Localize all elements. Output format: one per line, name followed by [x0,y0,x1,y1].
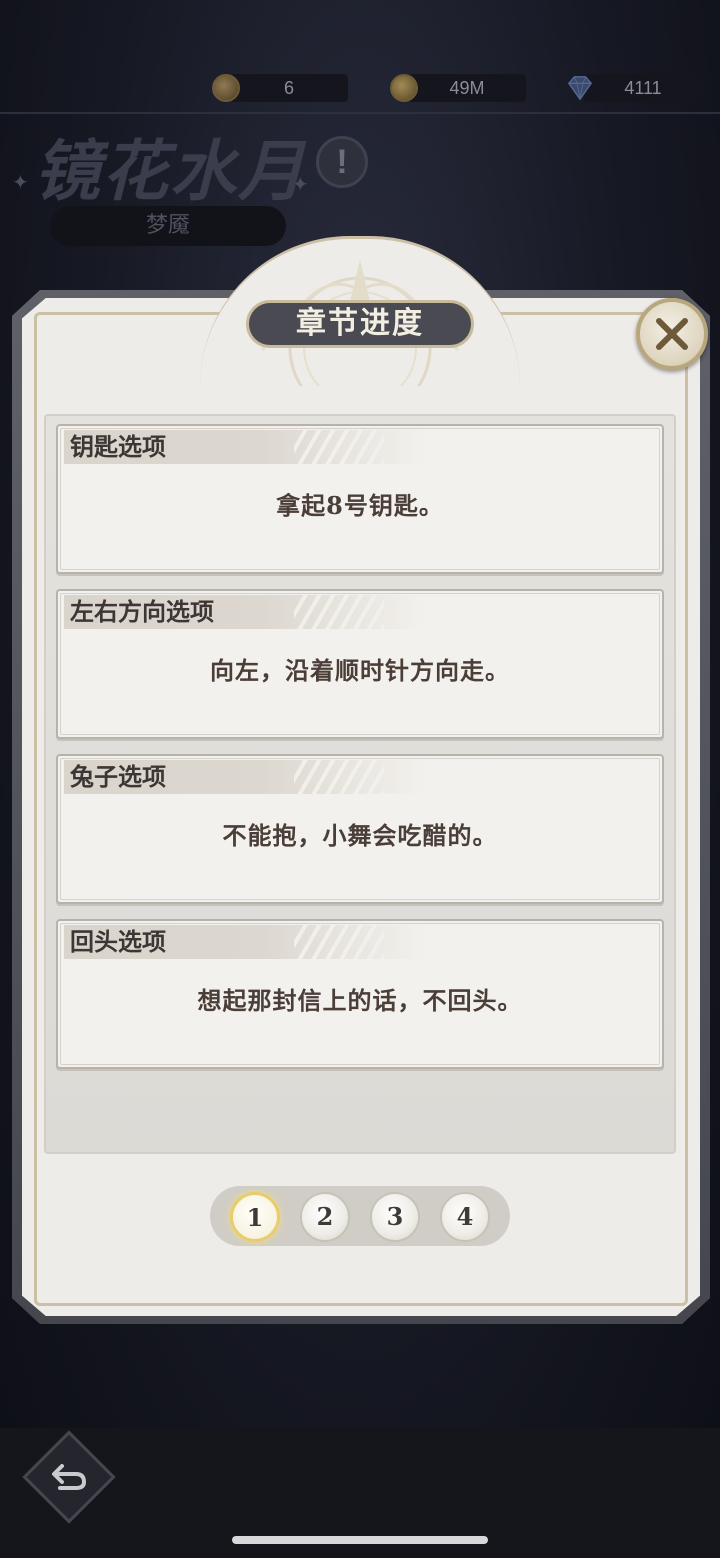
close-button[interactable] [636,298,708,370]
card-text: 向左，沿着顺时针方向走。 [210,656,510,685]
home-indicator [232,1536,488,1544]
progress-card-direction: 左右方向选项 向左，沿着顺时针方向走。 [56,589,664,739]
card-title: 回头选项 [70,927,166,956]
stage-title: 镜花水月 [34,132,306,210]
progress-card-look-back: 回头选项 想起那封信上的话，不回头。 [56,919,664,1069]
page-button-1[interactable]: 1 [230,1192,280,1242]
card-header-stripes [294,760,384,794]
stage-subtitle: 梦魇 [50,206,286,246]
card-title: 钥匙选项 [70,432,166,461]
card-title: 兔子选项 [70,762,166,791]
top-divider [0,112,720,114]
card-header-stripes [294,430,384,464]
sparkle-icon: ✦ [12,170,29,194]
help-button[interactable]: ! [316,136,368,188]
card-title: 左右方向选项 [70,597,214,626]
currency-diamond: 4111 [566,72,706,104]
currency-bronze: 6 [212,72,352,104]
dialog-title: 章节进度 [296,306,424,341]
close-icon [656,318,688,350]
progress-card-key: 钥匙选项 拿起8号钥匙。 [56,424,664,574]
page-button-2[interactable]: 2 [300,1192,350,1242]
dialog-title-bar: 章节进度 [246,300,474,348]
pagination: 1 2 3 4 [210,1186,510,1246]
currency-gold: 49M [390,72,530,104]
card-header-stripes [294,595,384,629]
currency-value: 49M [449,78,485,98]
card-header-stripes [294,925,384,959]
currency-value: 4111 [624,78,662,98]
card-text: 拿起8号钥匙。 [276,491,444,520]
back-arrow-icon [52,1464,87,1490]
currency-value: 6 [283,78,294,98]
card-text: 不能抱，小舞会吃醋的。 [222,821,498,850]
card-text: 想起那封信上的话，不回头。 [197,986,523,1015]
page-button-4[interactable]: 4 [440,1192,490,1242]
page-button-3[interactable]: 3 [370,1192,420,1242]
progress-card-rabbit: 兔子选项 不能抱，小舞会吃醋的。 [56,754,664,904]
